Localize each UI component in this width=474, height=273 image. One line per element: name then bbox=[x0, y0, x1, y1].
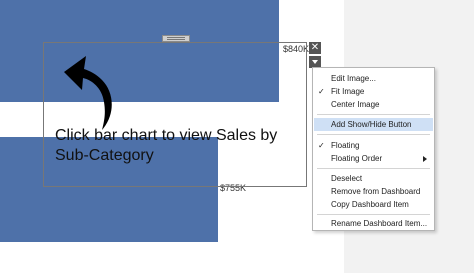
check-icon: ✓ bbox=[318, 87, 325, 96]
menu-item-label: Rename Dashboard Item... bbox=[331, 219, 428, 228]
menu-item-label: Floating Order bbox=[331, 154, 383, 163]
menu-item-edit-image[interactable]: Edit Image... bbox=[314, 72, 433, 85]
menu-item-label: Edit Image... bbox=[331, 74, 376, 83]
menu-separator bbox=[317, 214, 430, 215]
menu-item-add-show-hide-button[interactable]: Add Show/Hide Button bbox=[314, 118, 433, 131]
overlay-instruction-text: Click bar chart to view Sales by Sub-Cat… bbox=[55, 127, 278, 164]
menu-item-label: Deselect bbox=[331, 174, 363, 183]
check-icon: ✓ bbox=[318, 141, 325, 150]
menu-item-center-image[interactable]: Center Image bbox=[314, 98, 433, 111]
menu-item-rename-dashboard-item[interactable]: Rename Dashboard Item... bbox=[314, 217, 433, 230]
context-menu: Edit Image... ✓ Fit Image Center Image A… bbox=[312, 67, 435, 231]
menu-separator bbox=[317, 168, 430, 169]
menu-item-label: Add Show/Hide Button bbox=[331, 120, 412, 129]
menu-item-label: Copy Dashboard Item bbox=[331, 200, 409, 209]
close-button[interactable]: ✕ bbox=[309, 42, 321, 54]
drag-handle[interactable] bbox=[162, 35, 190, 42]
menu-item-remove-from-dashboard[interactable]: Remove from Dashboard bbox=[314, 185, 433, 198]
menu-item-fit-image[interactable]: ✓ Fit Image bbox=[314, 85, 433, 98]
menu-item-label: Center Image bbox=[331, 100, 380, 109]
curved-arrow-icon bbox=[64, 56, 112, 130]
menu-item-label: Floating bbox=[331, 141, 360, 150]
menu-separator bbox=[317, 134, 430, 135]
menu-item-floating[interactable]: ✓ Floating bbox=[314, 139, 433, 152]
menu-separator bbox=[317, 114, 430, 115]
submenu-arrow-icon bbox=[423, 156, 427, 162]
menu-item-label: Fit Image bbox=[331, 87, 365, 96]
menu-item-deselect[interactable]: Deselect bbox=[314, 172, 433, 185]
menu-item-copy-dashboard-item[interactable]: Copy Dashboard Item bbox=[314, 198, 433, 211]
menu-item-label: Remove from Dashboard bbox=[331, 187, 421, 196]
menu-item-floating-order[interactable]: Floating Order bbox=[314, 152, 433, 165]
